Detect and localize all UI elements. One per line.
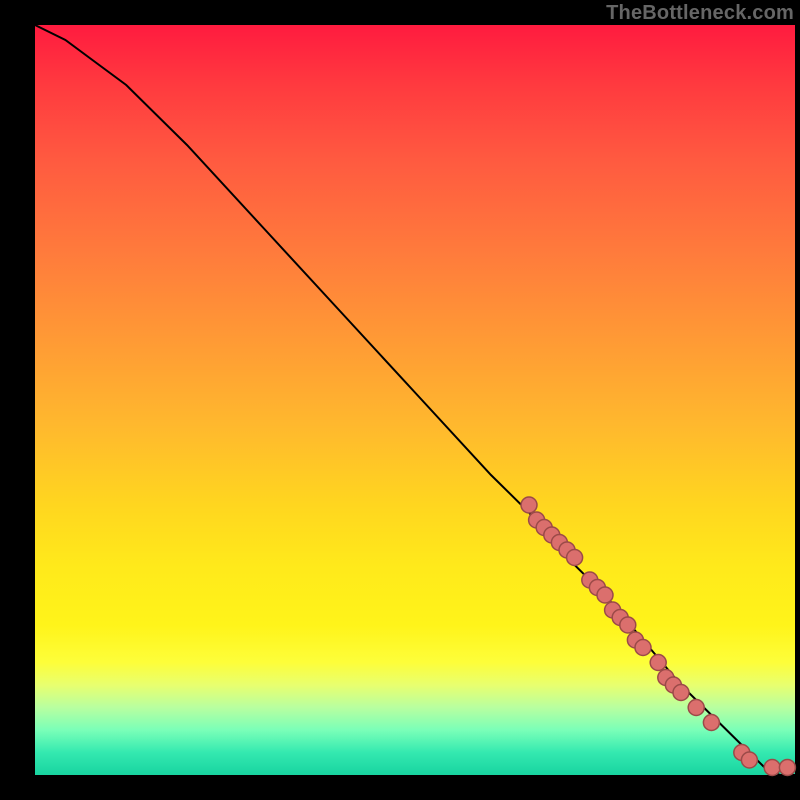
data-point <box>703 715 719 731</box>
curve-line <box>35 25 795 775</box>
plot-area <box>35 25 795 775</box>
data-point <box>635 640 651 656</box>
data-point <box>521 497 537 513</box>
chart-svg <box>35 25 795 775</box>
watermark-text: TheBottleneck.com <box>606 2 794 25</box>
data-point <box>567 550 583 566</box>
data-point <box>673 685 689 701</box>
data-point <box>597 587 613 603</box>
data-point <box>620 617 636 633</box>
chart-frame: TheBottleneck.com <box>0 0 800 800</box>
data-point <box>764 760 780 776</box>
data-points-group <box>521 497 795 776</box>
data-point <box>741 752 757 768</box>
data-point <box>650 655 666 671</box>
data-point <box>779 760 795 776</box>
data-point <box>688 700 704 716</box>
